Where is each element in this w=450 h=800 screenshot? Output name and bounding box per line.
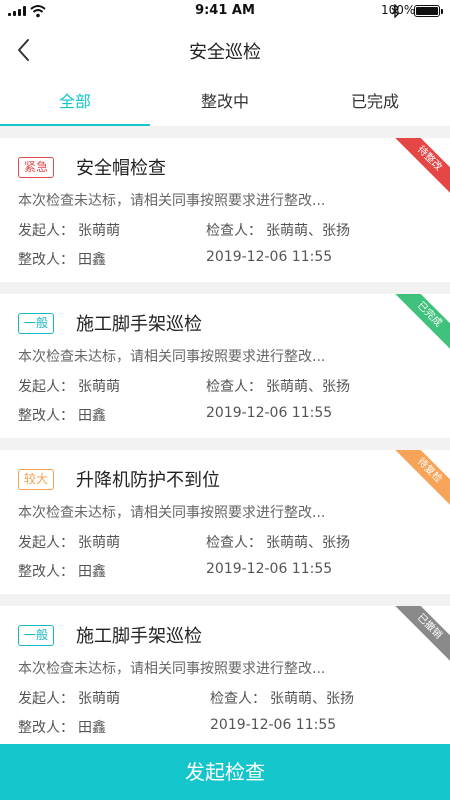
status-ribbon: 已完成 <box>386 294 450 358</box>
inspector-label: 检查人： <box>206 379 262 395</box>
status-ribbon: 待复检 <box>386 450 450 514</box>
inspection-card[interactable]: 紧急 安全帽检查 本次检查未达标，请相关同事按照要求进行整改... 发起人： 张萌… <box>0 138 450 282</box>
tab-in-progress[interactable]: 整改中 <box>150 78 300 126</box>
status-label: 已完成 <box>390 294 450 354</box>
status-ribbon: 已撤销 <box>386 606 450 670</box>
status-label: 待复检 <box>390 450 450 510</box>
inspector-value: 张萌萌、张扬 <box>266 223 350 239</box>
tab-all[interactable]: 全部 <box>0 78 150 126</box>
initiator-value: 张萌萌 <box>78 379 120 395</box>
start-inspection-button[interactable]: 发起检查 <box>0 744 450 800</box>
tab-completed[interactable]: 已完成 <box>300 78 450 126</box>
rectifier-field: 整改人： 田鑫 <box>18 717 106 737</box>
tab-bar: 全部 整改中 已完成 <box>0 78 450 126</box>
initiator-label: 发起人： <box>18 379 74 395</box>
inspector-value: 张萌萌、张扬 <box>270 691 354 707</box>
date-value: 2019-12-06 11:55 <box>206 561 333 577</box>
inspector-field: 检查人： 张萌萌、张扬 <box>206 220 350 240</box>
battery-percent: 100% <box>381 3 416 17</box>
priority-tag: 一般 <box>18 313 55 334</box>
initiator-field: 发起人： 张萌萌 <box>18 688 120 708</box>
rectifier-value: 田鑫 <box>78 408 106 424</box>
rectifier-field: 整改人： 田鑫 <box>18 405 106 425</box>
inspection-card[interactable]: 一般 施工脚手架巡检 本次检查未达标，请相关同事按照要求进行整改... 发起人：… <box>0 294 450 438</box>
priority-tag: 一般 <box>18 625 55 646</box>
card-description: 本次检查未达标，请相关同事按照要求进行整改... <box>18 193 326 209</box>
date-value: 2019-12-06 11:55 <box>206 405 333 421</box>
rectifier-value: 田鑫 <box>78 720 106 736</box>
card-title: 施工脚手架巡检 <box>76 626 202 647</box>
rectifier-value: 田鑫 <box>78 564 106 580</box>
rectifier-label: 整改人： <box>18 720 74 736</box>
rectifier-field: 整改人： 田鑫 <box>18 249 106 269</box>
initiator-label: 发起人： <box>18 223 74 239</box>
initiator-field: 发起人： 张萌萌 <box>18 532 120 552</box>
rectifier-label: 整改人： <box>18 252 74 268</box>
rectifier-label: 整改人： <box>18 408 74 424</box>
inspector-value: 张萌萌、张扬 <box>266 379 350 395</box>
inspector-field: 检查人： 张萌萌、张扬 <box>206 376 350 396</box>
initiator-field: 发起人： 张萌萌 <box>18 220 120 240</box>
rectifier-label: 整改人： <box>18 564 74 580</box>
inspector-label: 检查人： <box>206 223 262 239</box>
inspection-card[interactable]: 一般 施工脚手架巡检 本次检查未达标，请相关同事按照要求进行整改... 发起人：… <box>0 606 450 750</box>
status-label: 待整改 <box>390 138 450 198</box>
card-description: 本次检查未达标，请相关同事按照要求进行整改... <box>18 661 326 677</box>
initiator-value: 张萌萌 <box>78 691 120 707</box>
status-label: 已撤销 <box>390 606 450 666</box>
status-bar: 9:41 AM 100% <box>0 0 450 22</box>
card-description: 本次检查未达标，请相关同事按照要求进行整改... <box>18 505 326 521</box>
initiator-label: 发起人： <box>18 691 74 707</box>
inspector-label: 检查人： <box>206 535 262 551</box>
card-title: 安全帽检查 <box>76 158 166 179</box>
card-title: 施工脚手架巡检 <box>76 314 202 335</box>
status-ribbon: 待整改 <box>386 138 450 202</box>
initiator-label: 发起人： <box>18 535 74 551</box>
rectifier-field: 整改人： 田鑫 <box>18 561 106 581</box>
nav-bar: 安全巡检 <box>0 22 450 78</box>
inspector-field: 检查人： 张萌萌、张扬 <box>206 532 350 552</box>
card-title: 升降机防护不到位 <box>76 470 220 491</box>
inspection-list: 紧急 安全帽检查 本次检查未达标，请相关同事按照要求进行整改... 发起人： 张萌… <box>0 138 450 762</box>
rectifier-value: 田鑫 <box>78 252 106 268</box>
inspection-card[interactable]: 较大 升降机防护不到位 本次检查未达标，请相关同事按照要求进行整改... 发起人… <box>0 450 450 594</box>
inspector-value: 张萌萌、张扬 <box>266 535 350 551</box>
priority-tag: 紧急 <box>18 157 55 178</box>
inspector-field: 检查人： 张萌萌、张扬 <box>210 688 354 708</box>
inspector-label: 检查人： <box>210 691 266 707</box>
initiator-value: 张萌萌 <box>78 535 120 551</box>
battery-fill <box>416 7 438 15</box>
date-value: 2019-12-06 11:55 <box>210 717 337 733</box>
initiator-value: 张萌萌 <box>78 223 120 239</box>
card-description: 本次检查未达标，请相关同事按照要求进行整改... <box>18 349 326 365</box>
battery-icon <box>414 5 443 17</box>
date-value: 2019-12-06 11:55 <box>206 249 333 265</box>
page-title: 安全巡检 <box>189 42 261 63</box>
initiator-field: 发起人： 张萌萌 <box>18 376 120 396</box>
priority-tag: 较大 <box>18 469 55 490</box>
